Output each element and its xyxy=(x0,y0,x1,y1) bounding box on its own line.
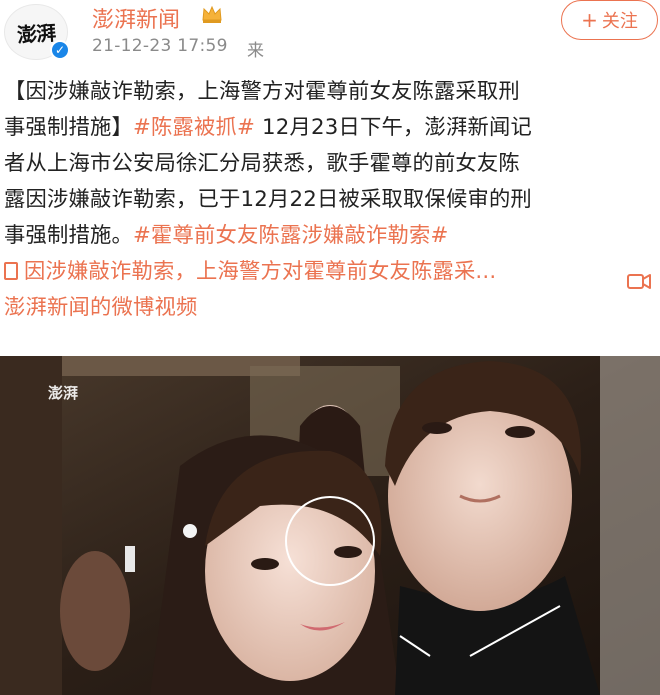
follow-label: 关注 xyxy=(601,11,638,32)
crown-icon xyxy=(202,5,222,23)
post-line: 事强制措施。#霍尊前女友陈露涉嫌敲诈勒索# xyxy=(4,218,658,254)
post-line: 露因涉嫌敲诈勒索，已于12月22日被采取取保候审的刑 xyxy=(4,187,532,212)
post-time: 21-12-23 17:59 xyxy=(92,36,228,56)
video-frame xyxy=(0,356,660,695)
article-icon xyxy=(4,262,18,280)
video-source-link[interactable]: 澎湃新闻的微博视频 xyxy=(4,290,658,326)
username[interactable]: 澎湃新闻 xyxy=(92,2,180,34)
article-link-text: 因涉嫌敲诈勒索，上海警方对霍尊前女友陈露采... xyxy=(24,259,497,284)
post-line: 事强制措施】#陈露被抓# 12月23日下午，澎湃新闻记 xyxy=(4,110,658,146)
follow-button[interactable]: + 关注 xyxy=(561,0,658,40)
hashtag-link[interactable]: #陈露被抓# xyxy=(133,115,255,140)
post-text-segment: 事强制措施】 xyxy=(4,115,133,140)
verified-badge-icon: ✓ xyxy=(50,40,70,60)
plus-icon: + xyxy=(581,8,598,32)
post-header: 澎湃 ✓ 澎湃新闻 21-12-23 17:59 来 + 关注 xyxy=(0,0,660,70)
avatar-logo: 澎湃 xyxy=(16,20,56,47)
post-text-segment: 12月23日下午，澎湃新闻记 xyxy=(255,115,533,140)
video-player[interactable]: 澎湃 xyxy=(0,356,660,695)
video-watermark: 澎湃 xyxy=(48,384,79,402)
hashtag-link[interactable]: #霍尊前女友陈露涉嫌敲诈勒索# xyxy=(133,223,449,248)
post-source: 来 xyxy=(247,41,264,61)
article-link[interactable]: 因涉嫌敲诈勒索，上海警方对霍尊前女友陈露采... xyxy=(4,254,658,290)
post-line: 【因涉嫌敲诈勒索，上海警方对霍尊前女友陈露采取刑 xyxy=(4,79,520,104)
video-icon[interactable] xyxy=(626,270,652,294)
post-text-segment: 事强制措施。 xyxy=(4,223,133,248)
post-line: 者从上海市公安局徐汇分局获悉，歌手霍尊的前女友陈 xyxy=(4,151,520,176)
post-text: 【因涉嫌敲诈勒索，上海警方对霍尊前女友陈露采取刑 事强制措施】#陈露被抓# 12… xyxy=(4,74,658,326)
